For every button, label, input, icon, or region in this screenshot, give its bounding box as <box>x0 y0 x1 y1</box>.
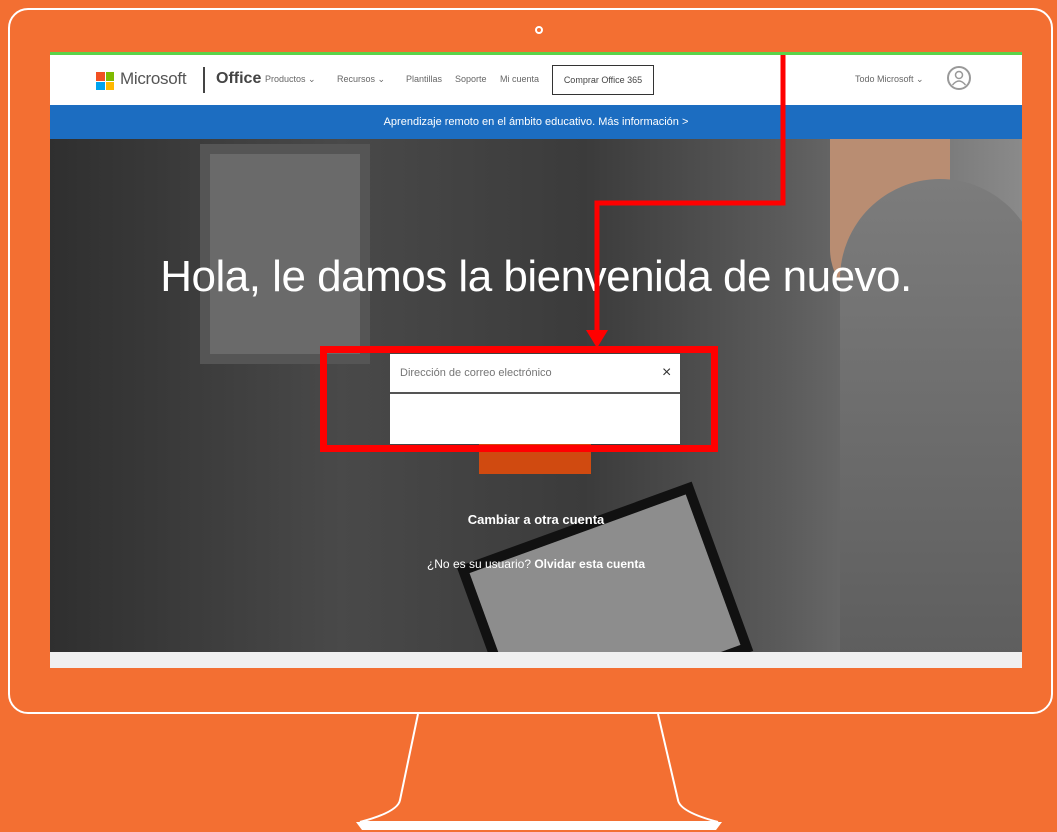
arrow-icon <box>586 55 786 348</box>
